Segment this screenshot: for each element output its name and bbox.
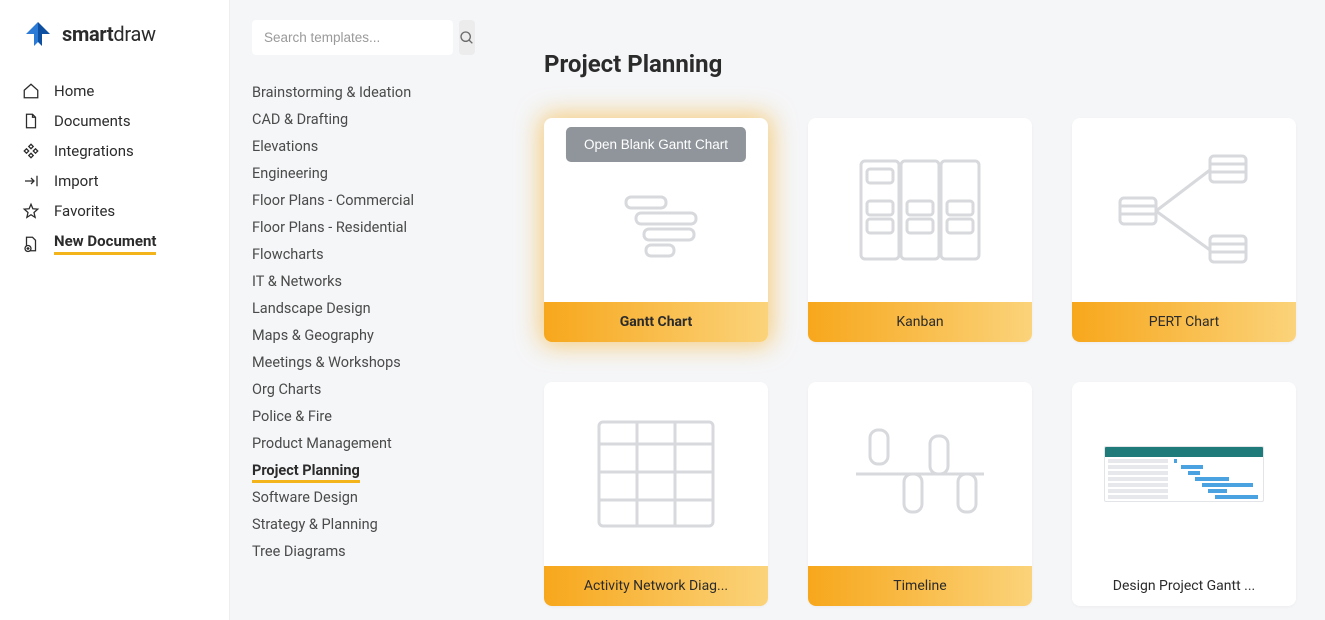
template-label: Gantt Chart: [544, 302, 768, 342]
category-list: Brainstorming & Ideation CAD & Drafting El…: [252, 79, 454, 565]
category-label: IT & Networks: [252, 273, 342, 290]
template-thumb: [544, 382, 768, 566]
category-label: Product Management: [252, 435, 392, 452]
template-card[interactable]: Activity Network Diag...: [544, 382, 768, 606]
category-item[interactable]: Maps & Geography: [252, 322, 454, 349]
category-label: Landscape Design: [252, 300, 371, 317]
nav-item-home[interactable]: Home: [0, 76, 229, 106]
document-icon: [22, 112, 40, 130]
template-thumb: [808, 382, 1032, 566]
logo-text: smartdraw: [62, 22, 156, 46]
template-label: Kanban: [808, 302, 1032, 342]
template-card[interactable]: PERT Chart: [1072, 118, 1296, 342]
logo[interactable]: smartdraw: [0, 18, 229, 76]
category-label: Strategy & Planning: [252, 516, 378, 533]
category-item[interactable]: Strategy & Planning: [252, 511, 454, 538]
category-item[interactable]: Tree Diagrams: [252, 538, 454, 565]
category-label: Engineering: [252, 165, 328, 182]
template-thumb: [1072, 382, 1296, 566]
category-item[interactable]: Landscape Design: [252, 295, 454, 322]
template-grid: Open Blank Gantt ChartGantt ChartKanbanP…: [544, 118, 1285, 606]
category-item[interactable]: CAD & Drafting: [252, 106, 454, 133]
category-label: Tree Diagrams: [252, 543, 346, 560]
home-icon: [22, 82, 40, 100]
new-doc-icon: [22, 235, 40, 253]
category-item[interactable]: Flowcharts: [252, 241, 454, 268]
nav: Home Documents Integrations Import Favorites…: [0, 76, 229, 261]
category-label: Elevations: [252, 138, 318, 155]
star-icon: [22, 202, 40, 220]
category-item[interactable]: Elevations: [252, 133, 454, 160]
category-label: Software Design: [252, 489, 358, 506]
template-label: PERT Chart: [1072, 302, 1296, 342]
template-thumb: [808, 118, 1032, 302]
category-item[interactable]: Floor Plans - Residential: [252, 214, 454, 241]
template-thumb: Open Blank Gantt Chart: [544, 118, 768, 302]
category-label: Police & Fire: [252, 408, 332, 425]
category-item[interactable]: Meetings & Workshops: [252, 349, 454, 376]
import-icon: [22, 172, 40, 190]
nav-item-import[interactable]: Import: [0, 166, 229, 196]
nav-item-documents[interactable]: Documents: [0, 106, 229, 136]
main-content: Project Planning Open Blank Gantt Chart G…: [474, 0, 1325, 620]
category-label: Floor Plans - Residential: [252, 219, 407, 236]
nav-item-label: Documents: [54, 112, 131, 130]
category-label: Brainstorming & Ideation: [252, 84, 411, 101]
category-item[interactable]: Software Design: [252, 484, 454, 511]
nav-item-label: Home: [54, 82, 94, 100]
template-label: Design Project Gantt ...: [1072, 566, 1296, 606]
template-card[interactable]: Timeline: [808, 382, 1032, 606]
nav-item-label: Integrations: [54, 142, 134, 160]
nav-item-label: Favorites: [54, 202, 115, 220]
nav-item-integrations[interactable]: Integrations: [0, 136, 229, 166]
integration-icon: [22, 142, 40, 160]
search-button[interactable]: [459, 20, 475, 55]
nav-item-label: Import: [54, 172, 99, 190]
category-item[interactable]: Project Planning: [252, 457, 454, 484]
category-item[interactable]: Engineering: [252, 160, 454, 187]
nav-item-new-document[interactable]: New Document: [0, 226, 229, 261]
template-label: Timeline: [808, 566, 1032, 606]
template-card[interactable]: Kanban: [808, 118, 1032, 342]
category-label: Org Charts: [252, 381, 321, 398]
nav-item-label: New Document: [54, 232, 156, 255]
category-item[interactable]: Org Charts: [252, 376, 454, 403]
category-label: Floor Plans - Commercial: [252, 192, 414, 209]
page-title: Project Planning: [544, 50, 1285, 78]
template-thumb: [1072, 118, 1296, 302]
open-blank-button[interactable]: Open Blank Gantt Chart: [566, 127, 746, 162]
category-item[interactable]: Product Management: [252, 430, 454, 457]
search-row: [252, 20, 454, 55]
category-label: Project Planning: [252, 462, 360, 483]
template-card[interactable]: Open Blank Gantt Chart Gantt Chart: [544, 118, 768, 342]
template-label: Activity Network Diag...: [544, 566, 768, 606]
logo-icon: [22, 18, 54, 50]
search-input[interactable]: [252, 20, 453, 55]
sidebar-categories: Brainstorming & Ideation CAD & Drafting El…: [230, 0, 474, 620]
sidebar-left: smartdraw Home Documents Integrations Impor…: [0, 0, 230, 620]
nav-item-favorites[interactable]: Favorites: [0, 196, 229, 226]
category-label: Flowcharts: [252, 246, 324, 263]
category-label: Maps & Geography: [252, 327, 374, 344]
search-icon: [459, 30, 475, 46]
template-card[interactable]: Design Project Gantt ...: [1072, 382, 1296, 606]
category-item[interactable]: IT & Networks: [252, 268, 454, 295]
category-item[interactable]: Brainstorming & Ideation: [252, 79, 454, 106]
category-item[interactable]: Floor Plans - Commercial: [252, 187, 454, 214]
category-label: Meetings & Workshops: [252, 354, 401, 371]
category-label: CAD & Drafting: [252, 111, 348, 128]
category-item[interactable]: Police & Fire: [252, 403, 454, 430]
